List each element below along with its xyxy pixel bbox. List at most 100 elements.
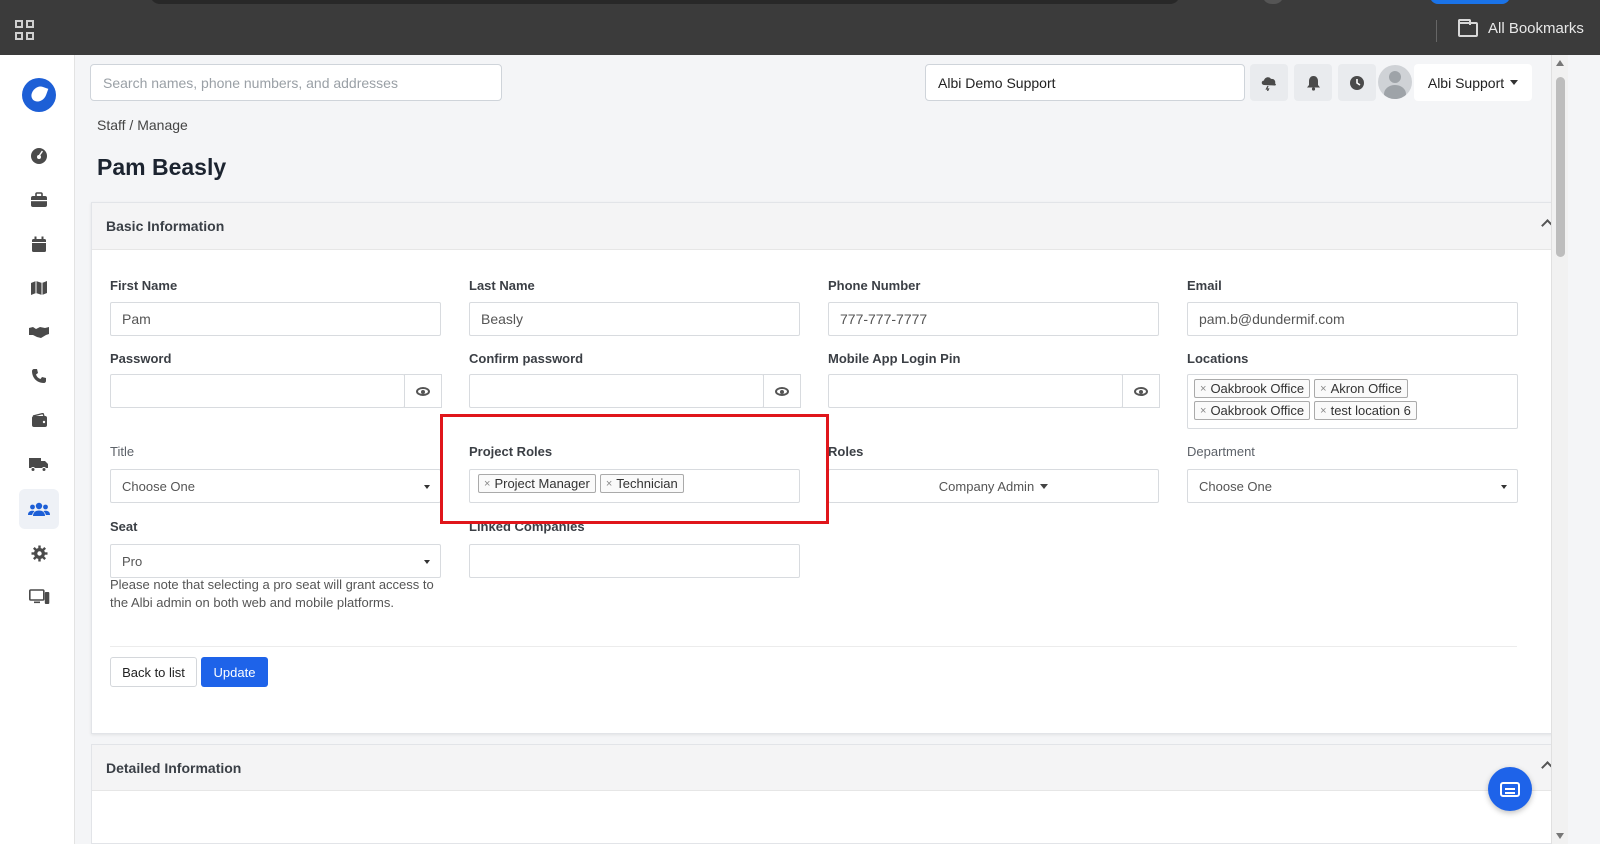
- sidebar-item-calls[interactable]: [19, 356, 59, 396]
- title-select[interactable]: Choose One: [110, 469, 441, 503]
- sidebar-item-map[interactable]: [19, 268, 59, 308]
- sidebar-item-jobs[interactable]: [19, 180, 59, 220]
- sidebar-item-dashboard[interactable]: [19, 136, 59, 176]
- sidebar-item-staff[interactable]: [19, 489, 59, 529]
- scroll-down-arrow-icon[interactable]: [1556, 833, 1564, 839]
- page-scrollbar[interactable]: [1551, 55, 1568, 844]
- sidebar-item-calendar[interactable]: [19, 224, 59, 264]
- project-role-tag: × Project Manager: [478, 474, 596, 493]
- location-tag: × Oakbrook Office: [1194, 401, 1311, 420]
- password-label: Password: [110, 351, 172, 366]
- sidebar-item-devices[interactable]: [19, 577, 59, 617]
- first-name-field[interactable]: Pam: [110, 302, 441, 336]
- truck-icon: [29, 457, 48, 472]
- card-divider: [110, 646, 1517, 647]
- browser-bookmarks-bar: All Bookmarks: [0, 0, 1600, 55]
- browser-action-button[interactable]: [1430, 0, 1510, 4]
- department-select[interactable]: Choose One: [1187, 469, 1518, 503]
- sidebar-item-deals[interactable]: [19, 312, 59, 352]
- basic-information-header[interactable]: Basic Information: [92, 203, 1568, 250]
- wallet-icon: [31, 412, 47, 427]
- chat-support-button[interactable]: [1488, 767, 1532, 811]
- browser-profile-button[interactable]: [1262, 0, 1284, 4]
- remove-tag-icon[interactable]: ×: [606, 478, 612, 490]
- back-to-list-button[interactable]: Back to list: [110, 657, 197, 687]
- clock-icon: [1350, 75, 1364, 90]
- seat-select[interactable]: Pro: [110, 544, 441, 578]
- sidebar: [0, 55, 75, 844]
- seat-note: Please note that selecting a pro seat wi…: [110, 577, 434, 610]
- phone-number-field[interactable]: 777-777-7777: [828, 302, 1159, 336]
- update-button[interactable]: Update: [201, 657, 268, 687]
- avatar[interactable]: [1378, 65, 1412, 99]
- roles-label: Roles: [828, 444, 864, 459]
- monitor-icon: [28, 589, 49, 604]
- albi-logo-icon[interactable]: [22, 78, 56, 112]
- notifications-button[interactable]: [1294, 64, 1332, 101]
- linked-companies-label: Linked Companies: [469, 519, 585, 534]
- mobile-pin-label: Mobile App Login Pin: [828, 351, 961, 366]
- remove-tag-icon[interactable]: ×: [1200, 383, 1206, 395]
- detailed-information-card: Detailed Information: [91, 744, 1569, 844]
- caret-down-icon: [1510, 80, 1519, 85]
- breadcrumb: Staff / Manage: [97, 117, 188, 133]
- apps-grid-icon[interactable]: [15, 20, 35, 40]
- project-role-tag-label: Technician: [616, 476, 678, 491]
- user-menu-name: Albi Support: [1427, 74, 1505, 91]
- sidebar-item-fleet[interactable]: [19, 444, 59, 484]
- sidebar-item-wallet[interactable]: [19, 400, 59, 440]
- last-name-value: Beasly: [481, 311, 524, 327]
- basic-information-heading: Basic Information: [106, 218, 225, 234]
- users-icon: [28, 502, 50, 516]
- mobile-pin-visibility-toggle[interactable]: [1122, 374, 1160, 408]
- remove-tag-icon[interactable]: ×: [484, 478, 490, 490]
- scrollbar-thumb[interactable]: [1556, 77, 1565, 257]
- bookmarks-divider: [1436, 20, 1437, 42]
- chat-bubble-icon: [1500, 781, 1520, 797]
- sidebar-item-settings[interactable]: [19, 533, 59, 573]
- project-role-tag-label: Project Manager: [494, 476, 590, 491]
- location-tag: × Akron Office: [1314, 379, 1408, 398]
- company-selector[interactable]: Albi Demo Support: [925, 64, 1245, 101]
- search-input[interactable]: [90, 64, 502, 101]
- project-role-tag: × Technician: [599, 474, 684, 493]
- location-tag-label: Oakbrook Office: [1210, 403, 1305, 418]
- confirm-password-visibility-toggle[interactable]: [763, 374, 801, 408]
- last-name-label: Last Name: [469, 278, 535, 293]
- remove-tag-icon[interactable]: ×: [1320, 383, 1326, 395]
- company-selector-value: Albi Demo Support: [938, 74, 1056, 91]
- all-bookmarks-link[interactable]: All Bookmarks: [1488, 20, 1584, 37]
- calendar-icon: [32, 236, 46, 252]
- mobile-pin-field[interactable]: [828, 374, 1123, 408]
- history-button[interactable]: [1338, 64, 1376, 101]
- page-title: Pam Beasly: [97, 154, 227, 180]
- password-field[interactable]: [110, 374, 405, 408]
- location-tag-label: Akron Office: [1330, 381, 1402, 396]
- scroll-up-arrow-icon[interactable]: [1556, 60, 1564, 66]
- detailed-information-header[interactable]: Detailed Information: [92, 745, 1568, 791]
- remove-tag-icon[interactable]: ×: [1200, 405, 1206, 417]
- bell-icon: [1306, 75, 1320, 91]
- email-field[interactable]: pam.b@dundermif.com: [1187, 302, 1518, 336]
- last-name-field[interactable]: Beasly: [469, 302, 800, 336]
- weather-button[interactable]: [1250, 64, 1288, 101]
- locations-multiselect[interactable]: × Oakbrook Office × Akron Office × Oakbrook…: [1187, 374, 1518, 429]
- remove-tag-icon[interactable]: ×: [1320, 405, 1326, 417]
- linked-companies-field[interactable]: [469, 544, 800, 578]
- dashboard-icon: [31, 148, 47, 164]
- confirm-password-field[interactable]: [469, 374, 764, 408]
- password-visibility-toggle[interactable]: [404, 374, 442, 408]
- eye-icon: [775, 386, 789, 396]
- roles-dropdown[interactable]: Company Admin: [828, 469, 1159, 503]
- title-select-value: Choose One: [122, 478, 195, 494]
- project-roles-label: Project Roles: [469, 444, 553, 459]
- seat-label: Seat: [110, 519, 138, 534]
- location-tag-label: test location 6: [1330, 403, 1411, 418]
- email-value: pam.b@dundermif.com: [1199, 311, 1345, 327]
- first-name-label: First Name: [110, 278, 178, 293]
- project-roles-multiselect[interactable]: × Project Manager × Technician: [469, 469, 800, 503]
- user-menu-dropdown[interactable]: Albi Support: [1414, 64, 1532, 101]
- phone-icon: [32, 369, 46, 383]
- title-label: Title: [110, 444, 135, 459]
- browser-address-bar[interactable]: [150, 0, 1180, 4]
